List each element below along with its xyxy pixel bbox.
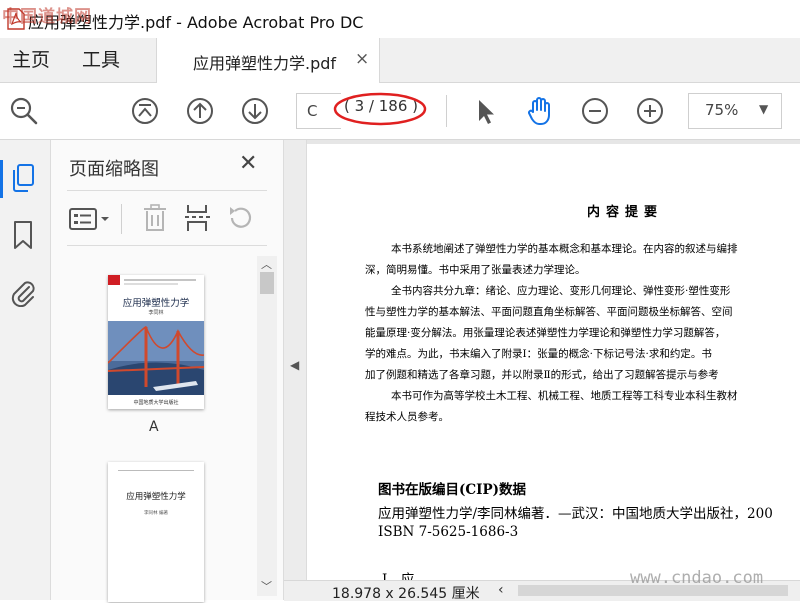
title-bar: 应用弹塑性力学.pdf - Adobe Acrobat Pro DC 中国道城网 <box>0 0 800 38</box>
paragraph-line: 深，简明易懂。书中采用了张量表述力学理论。 <box>365 264 586 276</box>
delete-page-icon[interactable] <box>141 203 169 233</box>
paragraph-line: 能量原理·变分解法。用张量理论表述弹塑性力学理论和弹塑性力学习题解答， <box>365 327 726 339</box>
scrollbar-thumb[interactable] <box>260 272 274 294</box>
page-size-readout: 18.978 x 26.545 厘米 <box>332 586 480 602</box>
watermark-text: 中国道城网 <box>2 7 92 27</box>
zoom-level-value: 75% <box>705 101 739 119</box>
document-tab-label: 应用弹塑性力学.pdf <box>193 54 337 73</box>
prev-page-icon[interactable] <box>184 95 216 127</box>
page-thumbnail-cover[interactable]: 应用弹塑性力学 李同林 中国地质大学出版社 <box>107 275 205 409</box>
page-thumbnails-icon[interactable] <box>9 162 37 194</box>
paragraph-line: 程技术人员参考。 <box>365 411 449 423</box>
watermark-text: www.cndao.com <box>630 568 764 588</box>
thumbnail-page-label: A <box>149 419 159 435</box>
panel-collapse-handle[interactable]: ◀ <box>284 140 307 580</box>
tab-home[interactable]: 主页 <box>12 38 50 82</box>
attachments-icon[interactable] <box>9 277 37 307</box>
scroll-left-icon[interactable]: ‹ <box>498 582 504 598</box>
close-panel-icon[interactable]: ✕ <box>239 151 257 176</box>
header-line <box>118 470 194 471</box>
document-page: 内容提要 本书系统地阐述了弹塑性力学的基本概念和基本理论。在内容的叙述与编排 深… <box>307 144 800 580</box>
red-highlight-ellipse <box>333 92 427 126</box>
divider <box>67 245 267 246</box>
zoom-level-dropdown[interactable]: 75% ▼ <box>688 93 782 129</box>
first-page-icon[interactable] <box>129 95 161 127</box>
cip-record: 应用弹塑性力学/李同林编著．—武汉：中国地质大学出版社，200 <box>378 506 773 522</box>
title-page-title: 应用弹塑性力学 <box>126 492 186 502</box>
tab-document[interactable]: 应用弹塑性力学.pdf × <box>156 38 380 83</box>
scroll-down-icon[interactable]: ﹀ <box>261 578 272 594</box>
tab-tools[interactable]: 工具 <box>82 38 120 82</box>
zoom-in-icon[interactable] <box>634 95 666 127</box>
page-heading: 内容提要 <box>587 205 664 220</box>
panel-title: 页面缩略图 <box>69 159 159 180</box>
rotate-page-icon[interactable] <box>225 203 255 233</box>
cover-title: 应用弹塑性力学 <box>122 298 190 309</box>
paragraph-line: 本书可作为高等学校土木工程、机械工程、地质工程等工科专业本科生教材 <box>391 390 738 402</box>
next-page-icon[interactable] <box>239 95 271 127</box>
toolbar: C ( 3 / 186 ) 75% ▼ <box>0 83 800 140</box>
hand-tool-icon[interactable] <box>524 95 556 127</box>
tab-bar: 主页 工具 应用弹塑性力学.pdf × <box>0 38 800 83</box>
cip-heading: 图书在版编目(CIP)数据 <box>378 482 526 498</box>
insert-page-icon[interactable] <box>183 203 211 233</box>
page-thumbnails-panel: 页面缩略图 ✕ 应用弹塑性力学 李同林 中国地质大学出版社 A 应用弹塑性力学 … <box>51 140 284 602</box>
toolbar-divider <box>446 95 447 127</box>
search-zoom-icon[interactable] <box>8 95 40 127</box>
thumbnail-options-icon[interactable] <box>69 204 113 234</box>
toolbar-divider <box>121 204 122 234</box>
zoom-out-icon[interactable] <box>579 95 611 127</box>
cover-author: 李同林 <box>148 310 164 316</box>
close-tab-icon[interactable]: × <box>355 49 369 69</box>
paragraph-line: 学的难点。为此，书末编入了附录Ⅰ：张量的概念·下标记号法·求和约定。书 <box>365 348 712 360</box>
select-arrow-icon[interactable] <box>470 95 502 127</box>
thumbnails-scrollbar[interactable]: ︿ ﹀ <box>257 256 277 596</box>
title-page-author: 李同林 编著 <box>144 511 168 516</box>
navigation-rail <box>0 140 51 600</box>
dropdown-caret-icon: ▼ <box>759 102 769 116</box>
active-indicator <box>0 160 3 198</box>
scroll-up-icon[interactable]: ︿ <box>261 256 272 272</box>
collapse-arrow-icon[interactable]: ◀ <box>290 358 299 372</box>
paragraph-line: 本书系统地阐述了弹塑性力学的基本概念和基本理论。在内容的叙述与编排 <box>391 243 738 255</box>
cover-publisher: 中国地质大学出版社 <box>133 400 179 406</box>
paragraph-line: 性与塑性力学的基本解法、平面问题直角坐标解答、平面问题极坐标解答、空间 <box>365 306 733 318</box>
paragraph-line: 全书内容共分九章：绪论、应力理论、变形几何理论、弹性变形·塑性变形 <box>391 285 731 297</box>
page-thumbnail-title[interactable]: 应用弹塑性力学 李同林 编著 <box>108 462 204 602</box>
cip-item: Ⅰ．应… <box>382 572 428 580</box>
bookmarks-icon[interactable] <box>11 220 35 250</box>
paragraph-line: 加了例题和精选了各章习题，并以附录Ⅱ的形式，给出了习题解答提示与参考 <box>365 369 719 381</box>
isbn-line: ISBN 7-5625-1686-3 <box>378 524 519 540</box>
document-view: 内容提要 本书系统地阐述了弹塑性力学的基本概念和基本理论。在内容的叙述与编排 深… <box>307 140 800 580</box>
divider <box>67 190 267 191</box>
